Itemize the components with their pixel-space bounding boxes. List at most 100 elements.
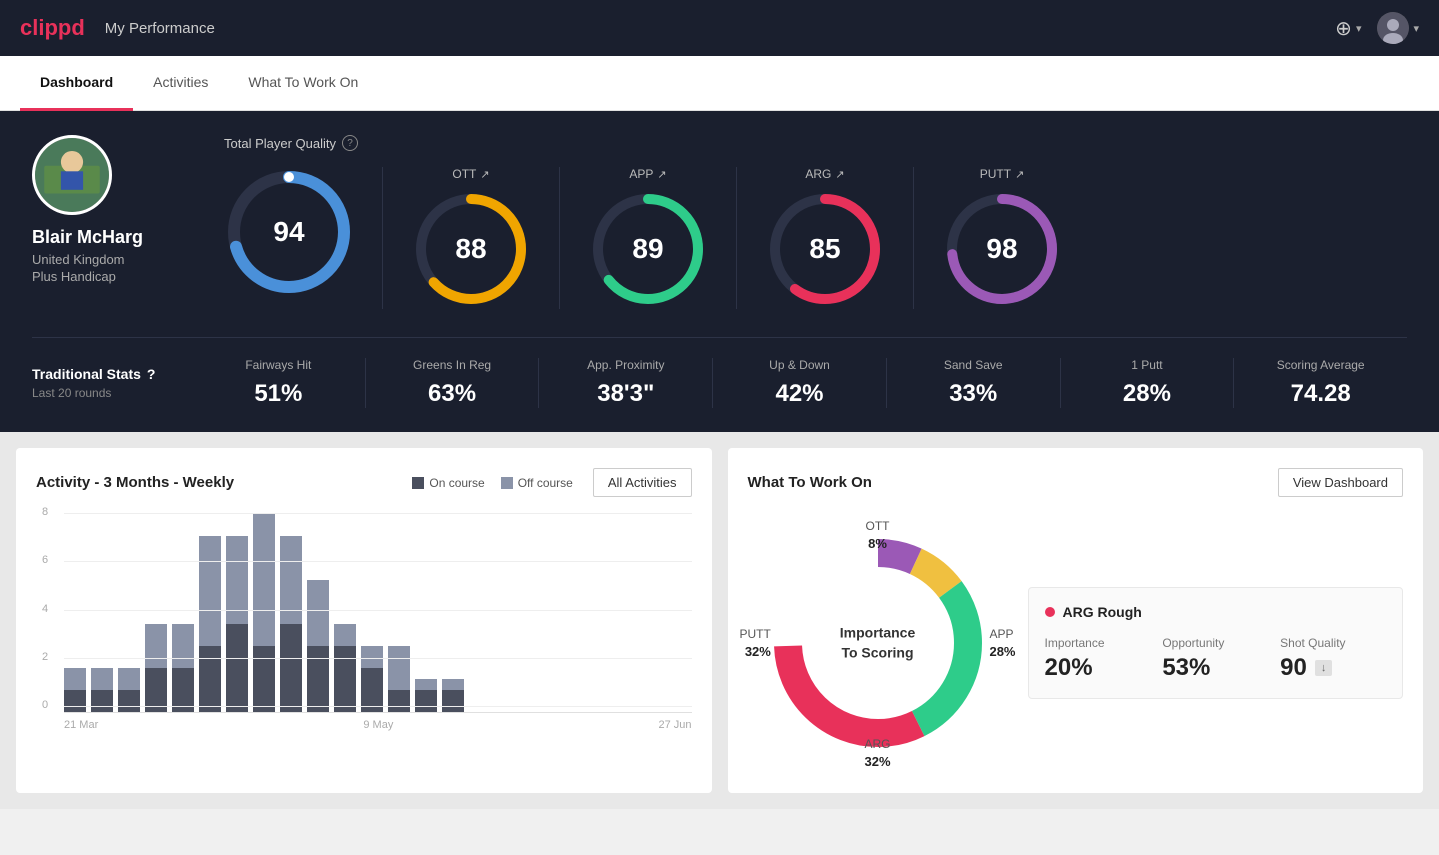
player-handicap: Plus Handicap: [32, 269, 192, 284]
app-header: clippd My Performance ⊕ ▾ ▾: [0, 0, 1439, 56]
info-card-dot: [1045, 607, 1055, 617]
donut-section: Importance To Scoring OTT 8% APP 28% ARG…: [748, 513, 1404, 773]
gauge-total: 94: [224, 167, 382, 309]
player-name: Blair McHarg: [32, 227, 192, 248]
bar-7: [226, 536, 248, 712]
y-label-6: 6: [42, 554, 48, 566]
tab-bar: Dashboard Activities What To Work On: [0, 56, 1439, 111]
stat-1putt: 1 Putt 28%: [1060, 358, 1234, 408]
stat-scoring: Scoring Average 74.28: [1233, 358, 1407, 408]
y-label-4: 4: [42, 603, 48, 615]
gauge-app: APP ↗ 89: [559, 167, 736, 309]
stats-help-icon[interactable]: ?: [147, 366, 156, 382]
user-menu[interactable]: ▾: [1377, 12, 1419, 44]
plus-icon: ⊕: [1335, 16, 1352, 41]
ott-arrow-icon: ↗: [480, 168, 489, 181]
all-activities-button[interactable]: All Activities: [593, 468, 692, 497]
bar-5: [172, 624, 194, 712]
performance-panel: Blair McHarg United Kingdom Plus Handica…: [0, 111, 1439, 432]
stats-grid: Fairways Hit 51% Greens In Reg 63% App. …: [192, 358, 1407, 408]
app-label: APP ↗: [629, 167, 666, 181]
donut-label-arg: ARG 32%: [864, 735, 890, 771]
player-avatar: [32, 135, 112, 215]
bars-container: [64, 513, 692, 713]
stat-greens: Greens In Reg 63%: [365, 358, 539, 408]
bar-chart: 8 6 4 2 0: [36, 513, 692, 731]
stats-subtitle: Last 20 rounds: [32, 386, 192, 400]
stat-sand-save: Sand Save 33%: [886, 358, 1060, 408]
stats-label-block: Traditional Stats ? Last 20 rounds: [32, 366, 192, 400]
gauge-putt: PUTT ↗ 98: [913, 167, 1090, 309]
bar-11: [334, 624, 356, 712]
bar-4: [145, 624, 167, 712]
off-course-color: [501, 477, 513, 489]
work-on-header: What To Work On View Dashboard: [748, 468, 1404, 497]
header-right: ⊕ ▾ ▾: [1335, 12, 1419, 44]
traditional-stats: Traditional Stats ? Last 20 rounds Fairw…: [32, 337, 1407, 408]
add-button[interactable]: ⊕ ▾: [1335, 16, 1361, 41]
bar-12: [361, 646, 383, 712]
avatar: [1377, 12, 1409, 44]
app-arrow-icon: ↗: [657, 168, 666, 181]
legend-on-course: On course: [412, 476, 484, 490]
arg-score: 85: [809, 233, 840, 265]
bar-13: [388, 646, 410, 712]
add-chevron: ▾: [1356, 22, 1362, 35]
info-metrics: Importance 20% Opportunity 53% Shot Qual…: [1045, 636, 1387, 682]
on-course-color: [412, 477, 424, 489]
donut-label-app: APP 28%: [989, 625, 1015, 661]
ring-ott: 88: [411, 189, 531, 309]
stat-up-down: Up & Down 42%: [712, 358, 886, 408]
gauges: 94 OTT ↗ 88: [224, 167, 1407, 309]
stat-proximity: App. Proximity 38'3": [538, 358, 712, 408]
y-label-8: 8: [42, 506, 48, 518]
ott-label: OTT ↗: [452, 167, 489, 181]
stats-title: Traditional Stats ?: [32, 366, 192, 382]
activity-panel: Activity - 3 Months - Weekly On course O…: [16, 448, 712, 793]
app-score: 89: [632, 233, 663, 265]
tab-dashboard[interactable]: Dashboard: [20, 56, 133, 111]
total-score: 94: [273, 216, 304, 248]
activity-title: Activity - 3 Months - Weekly: [36, 474, 234, 491]
info-card-title: ARG Rough: [1045, 604, 1387, 620]
chart-legend: On course Off course: [412, 476, 573, 490]
work-on-title: What To Work On: [748, 474, 872, 491]
logo[interactable]: clippd: [20, 15, 85, 41]
bar-10: [307, 580, 329, 712]
donut-chart: Importance To Scoring OTT 8% APP 28% ARG…: [748, 513, 1008, 773]
ring-arg: 85: [765, 189, 885, 309]
ott-score: 88: [455, 233, 486, 265]
tab-what-to-work-on[interactable]: What To Work On: [228, 56, 378, 111]
putt-score: 98: [986, 233, 1017, 265]
x-labels: 21 Mar 9 May 27 Jun: [64, 713, 692, 731]
donut-label-ott: OTT 8%: [866, 517, 890, 553]
logo-text: clippd: [20, 15, 85, 41]
header-left: clippd My Performance: [20, 15, 215, 41]
bar-2: [91, 668, 113, 712]
bar-9: [280, 536, 302, 712]
bar-off: [64, 668, 86, 690]
ring-putt: 98: [942, 189, 1062, 309]
metric-shot-quality: Shot Quality 90 ↓: [1280, 636, 1386, 682]
view-dashboard-button[interactable]: View Dashboard: [1278, 468, 1403, 497]
bottom-panels: Activity - 3 Months - Weekly On course O…: [0, 432, 1439, 809]
ring-total: 94: [224, 167, 354, 297]
donut-center: Importance To Scoring: [840, 623, 915, 662]
x-label-mar: 21 Mar: [64, 719, 98, 731]
legend-off-course: Off course: [501, 476, 573, 490]
tab-activities[interactable]: Activities: [133, 56, 228, 111]
x-label-may: 9 May: [363, 719, 393, 731]
bar-6: [199, 536, 221, 712]
bar-14: [415, 679, 437, 712]
player-info: Blair McHarg United Kingdom Plus Handica…: [32, 135, 192, 284]
help-icon[interactable]: ?: [342, 135, 358, 151]
quality-label: Total Player Quality ?: [224, 135, 1407, 151]
player-section: Blair McHarg United Kingdom Plus Handica…: [32, 135, 1407, 309]
header-title: My Performance: [105, 20, 215, 37]
ring-app: 89: [588, 189, 708, 309]
arg-arrow-icon: ↗: [835, 168, 844, 181]
bar-8: [253, 514, 275, 712]
x-label-jun: 27 Jun: [658, 719, 691, 731]
y-label-2: 2: [42, 651, 48, 663]
putt-label: PUTT ↗: [980, 167, 1025, 181]
